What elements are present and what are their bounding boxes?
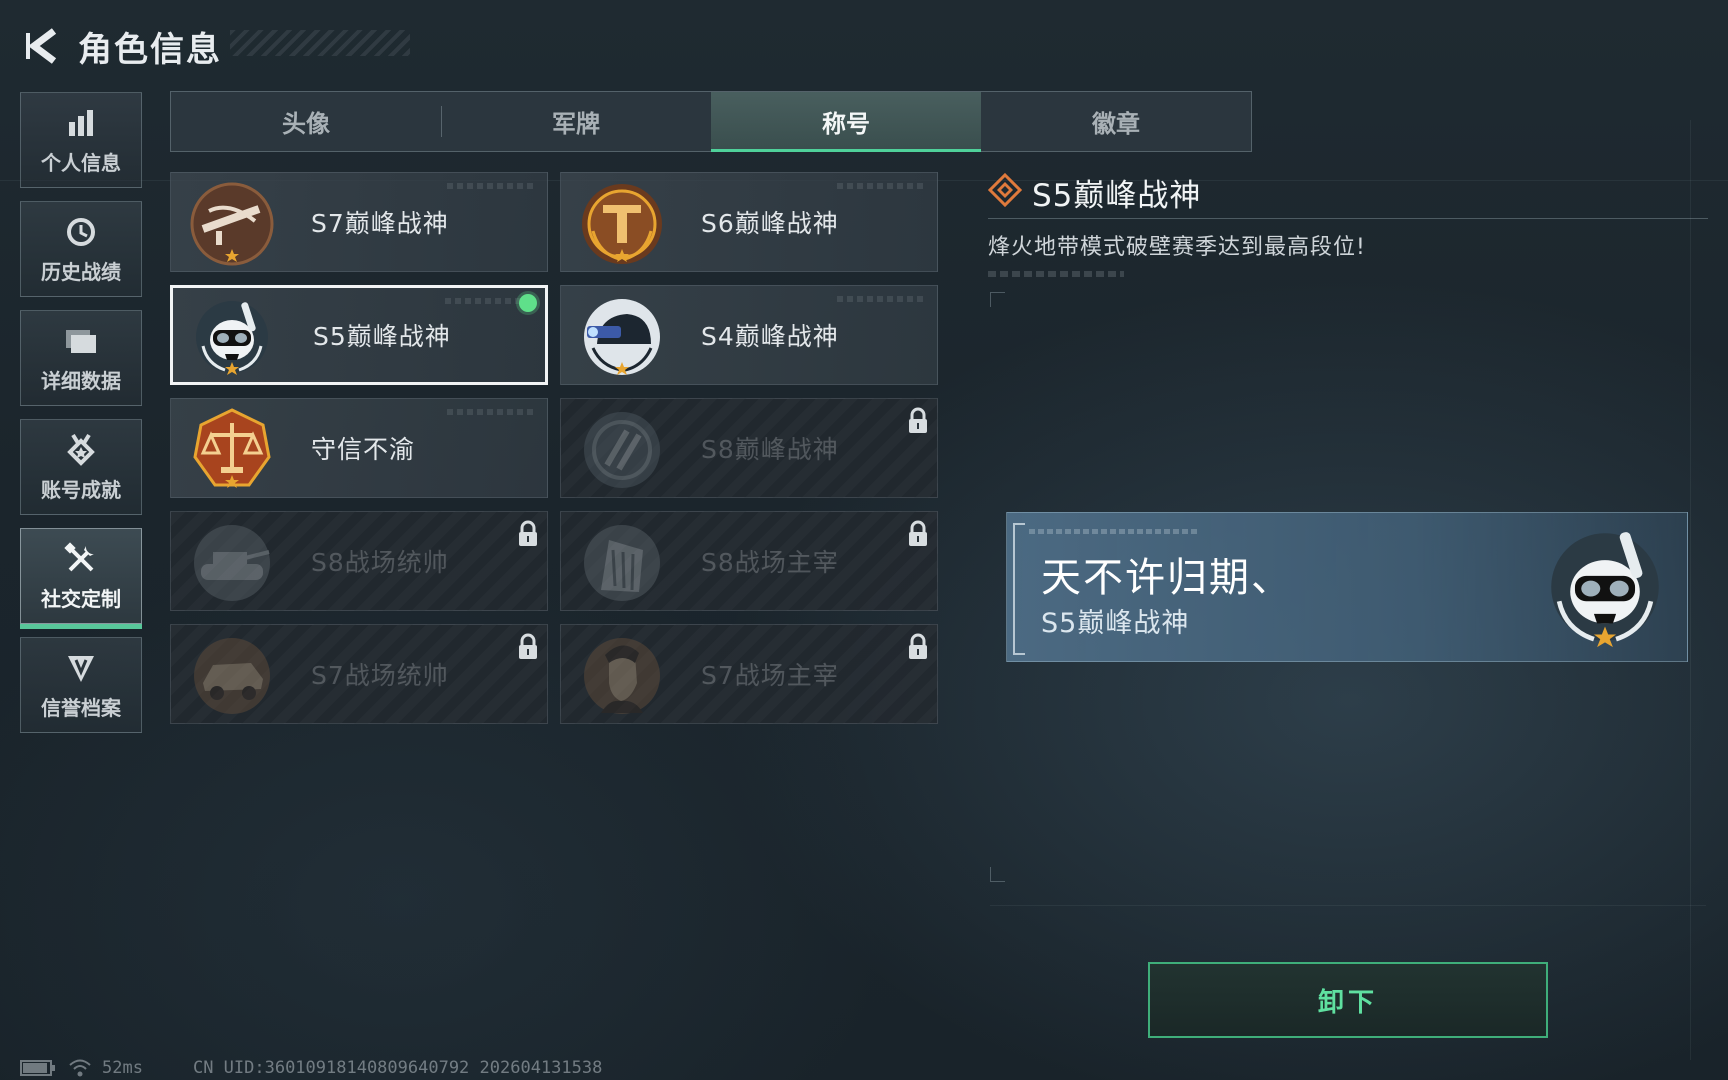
bar-chart-icon — [63, 105, 99, 141]
side-nav-label: 历史战绩 — [41, 259, 121, 284]
tab-3[interactable]: 徽章 — [981, 92, 1251, 151]
detail-decoration — [988, 271, 1124, 277]
title-card-label: S8巅峰战神 — [701, 435, 839, 464]
title-card-label: S7巅峰战神 — [311, 209, 449, 238]
shield-t-emblem-icon — [579, 181, 665, 267]
history-clock-icon — [63, 214, 99, 250]
title-card-label: S6巅峰战神 — [701, 209, 839, 238]
diamond-rank-icon — [987, 172, 1023, 211]
side-nav-item[interactable]: 个人信息 — [20, 92, 142, 188]
equipped-indicator — [519, 294, 537, 312]
page-title: 角色信息 — [78, 29, 222, 70]
status-bar: 52ms CN UID:36010918140809640792 2026041… — [20, 1056, 602, 1080]
folder-icon — [63, 323, 99, 359]
battery-icon — [20, 1060, 55, 1076]
diver-skull-emblem-icon — [1537, 519, 1673, 655]
title-card[interactable]: S5巅峰战神 — [170, 285, 548, 385]
header-decoration — [230, 30, 410, 56]
tab-2[interactable]: 称号 — [711, 92, 981, 152]
side-nav: 个人信息历史战绩详细数据账号成就社交定制信誉档案 — [20, 92, 144, 746]
back-arrow-icon[interactable] — [20, 24, 64, 68]
nameplate-preview: 天不许归期、 S5巅峰战神 — [1006, 512, 1688, 662]
vehicle-emblem-icon — [189, 633, 275, 719]
title-card[interactable]: S4巅峰战神 — [560, 285, 938, 385]
tab-0[interactable]: 头像 — [171, 92, 441, 151]
card-decoration — [447, 183, 537, 189]
card-decoration — [837, 183, 927, 189]
side-nav-label: 账号成就 — [41, 477, 121, 502]
detail-description: 烽火地带模式破壁赛季达到最高段位! — [988, 235, 1366, 260]
tab-1[interactable]: 军牌 — [441, 92, 711, 151]
grid-line — [990, 905, 1706, 906]
title-card[interactable]: S7战场统帅 — [170, 624, 548, 724]
title-card[interactable]: S7战场主宰 — [560, 624, 938, 724]
title-card[interactable]: S8战场统帅 — [170, 511, 548, 611]
preview-player-name: 天不许归期、 — [1041, 555, 1293, 601]
unequip-button[interactable]: 卸下 — [1148, 962, 1548, 1038]
title-card[interactable]: 守信不渝 — [170, 398, 548, 498]
diver-skull-emblem-icon — [189, 294, 275, 380]
tools-icon — [63, 541, 99, 577]
preview-decoration — [1029, 529, 1199, 534]
title-card[interactable]: S8战场主宰 — [560, 511, 938, 611]
shield-credit-icon — [63, 650, 99, 686]
title-card-label: S7战场统帅 — [311, 661, 449, 690]
side-nav-label: 信誉档案 — [41, 695, 121, 720]
title-card-label: S5巅峰战神 — [313, 322, 451, 351]
card-decoration — [837, 296, 927, 302]
title-detail-panel: S5巅峰战神 烽火地带模式破壁赛季达到最高段位! — [987, 170, 1708, 277]
side-nav-item[interactable]: 详细数据 — [20, 310, 142, 406]
side-nav-label: 详细数据 — [41, 368, 121, 393]
medal-icon — [63, 432, 99, 468]
title-card-label: S8战场统帅 — [311, 548, 449, 577]
card-decoration — [447, 409, 537, 415]
lock-icon — [907, 520, 929, 548]
side-nav-item[interactable]: 历史战绩 — [20, 201, 142, 297]
side-nav-item[interactable]: 账号成就 — [20, 419, 142, 515]
title-card[interactable]: S6巅峰战神 — [560, 172, 938, 272]
helmet-nvg-emblem-icon — [579, 294, 665, 380]
crossbow-emblem-icon — [189, 181, 275, 267]
lock-icon — [907, 633, 929, 661]
lock-icon — [907, 407, 929, 435]
slash-emblem-icon — [579, 407, 665, 493]
title-card-label: S7战场主宰 — [701, 661, 839, 690]
detail-title-name: S5巅峰战神 — [1032, 177, 1202, 214]
tank-emblem-icon — [189, 520, 275, 606]
building-emblem-icon — [579, 520, 665, 606]
title-card-label: 守信不渝 — [311, 435, 416, 464]
category-tabs: 头像 军牌 称号 徽章 — [170, 91, 1252, 152]
title-card[interactable]: S7巅峰战神 — [170, 172, 548, 272]
wifi-icon — [69, 1059, 91, 1077]
uid-readout: CN UID:36010918140809640792 202604131538 — [192, 1058, 603, 1078]
soldier-portrait-emblem-icon — [579, 633, 665, 719]
preview-title: S5巅峰战神 — [1041, 608, 1190, 639]
title-card-label: S8战场主宰 — [701, 548, 839, 577]
side-nav-item[interactable]: 信誉档案 — [20, 637, 142, 733]
scales-emblem-icon — [189, 407, 275, 493]
side-nav-label: 个人信息 — [41, 150, 121, 175]
ping-readout: 52ms — [102, 1058, 143, 1078]
title-card[interactable]: S8巅峰战神 — [560, 398, 938, 498]
divider — [988, 218, 1708, 219]
header: 角色信息 — [20, 18, 222, 74]
lock-icon — [517, 520, 539, 548]
title-card-label: S4巅峰战神 — [701, 322, 839, 351]
preview-bracket — [1013, 523, 1025, 655]
side-nav-label: 社交定制 — [41, 586, 121, 611]
side-nav-item[interactable]: 社交定制 — [20, 528, 142, 629]
lock-icon — [517, 633, 539, 661]
